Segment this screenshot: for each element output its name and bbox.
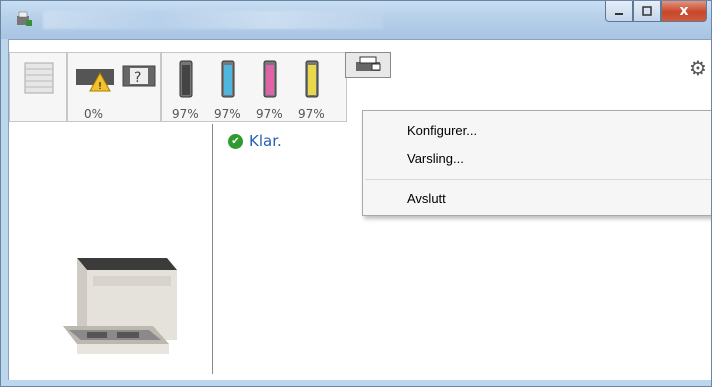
status-monitor-window: x ! ? 0% 97% 97% 97% 97% ⚙ ✔ Klar. Konfi… — [0, 0, 712, 387]
toner-yellow-icon — [305, 60, 319, 98]
menu-separator — [365, 179, 711, 180]
client-area: ! ? 0% 97% 97% 97% 97% ⚙ ✔ Klar. Konfigu… — [8, 39, 711, 380]
toner-magenta-icon — [263, 60, 277, 98]
menu-item-notification[interactable]: Varsling... — [407, 151, 464, 166]
settings-menu-button[interactable] — [345, 52, 391, 78]
printer-app-icon — [17, 11, 32, 26]
close-button[interactable]: x — [661, 1, 707, 22]
paper-counter-label: 0% — [84, 107, 104, 121]
toner-black-level: 97% — [172, 107, 199, 121]
maximize-icon — [642, 6, 652, 16]
svg-text:!: ! — [98, 81, 102, 92]
paper-tray-button[interactable]: ! ? 0% — [67, 52, 161, 122]
pane-divider — [212, 124, 213, 374]
menu-item-configure[interactable]: Konfigurer... — [407, 123, 477, 138]
printer-status: ✔ Klar. — [228, 132, 282, 150]
window-title-blurred — [43, 11, 383, 29]
printer-menu-icon — [356, 56, 381, 71]
printer-illustration — [63, 258, 177, 354]
paper-stack-button[interactable] — [9, 52, 67, 122]
context-menu: Konfigurer... Varsling... Avslutt — [362, 110, 711, 216]
gear-icon[interactable]: ⚙ — [689, 56, 707, 80]
minimize-icon — [615, 13, 623, 15]
toner-cyan-icon — [221, 60, 235, 98]
toner-yellow-level: 97% — [298, 107, 325, 121]
title-bar[interactable]: x — [1, 1, 711, 39]
menu-item-exit[interactable]: Avslutt — [407, 191, 446, 206]
toner-black-icon — [179, 60, 193, 98]
minimize-button[interactable] — [605, 1, 633, 22]
svg-text:?: ? — [134, 70, 141, 86]
status-text: Klar. — [249, 132, 282, 150]
paper-tray-warning-icon: ! — [76, 69, 114, 92]
unknown-icon: ? — [122, 65, 156, 87]
toner-cyan-level: 97% — [214, 107, 241, 121]
window-controls: x — [605, 1, 707, 23]
toner-magenta-level: 97% — [256, 107, 283, 121]
check-icon: ✔ — [228, 133, 243, 149]
toner-group[interactable]: 97% 97% 97% 97% — [161, 52, 347, 122]
close-icon: x — [679, 3, 689, 19]
maximize-button[interactable] — [633, 1, 661, 22]
paper-stack-icon — [24, 62, 54, 94]
